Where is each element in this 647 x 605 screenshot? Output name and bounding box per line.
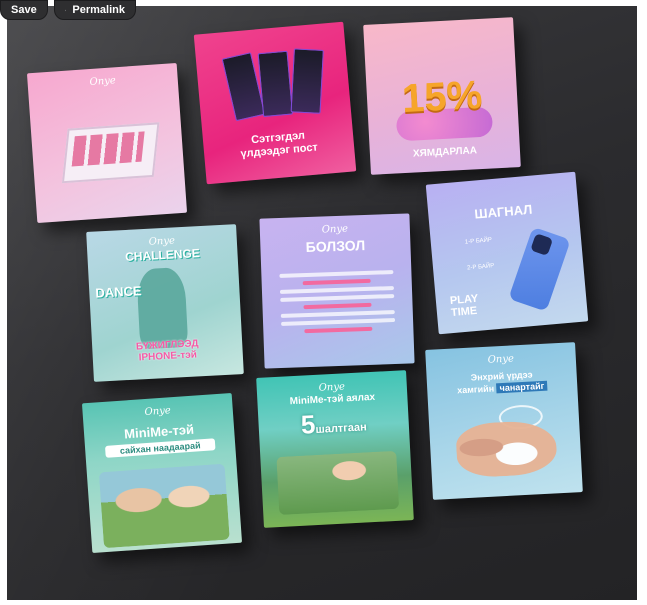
post-card-5: Onye БОЛЗОЛ: [259, 213, 415, 369]
baby-photo: [455, 419, 558, 479]
play-time-label: PLAY TIME: [449, 293, 479, 319]
post-card-7: Onye MiniMe-тэй сайхан наадаарай: [81, 392, 243, 554]
card-title: БҮЖИГЛЭЭД IPHONE-тэй: [92, 336, 243, 366]
time-word: TIME: [450, 304, 478, 320]
card-title: ШАГНАЛ: [473, 201, 533, 222]
link-icon: [65, 9, 67, 11]
reason-word: шалтгаан: [315, 421, 368, 436]
discount-label: ХЯМДАРЛАА: [412, 145, 478, 160]
card-title: Сэтгэгдэл үлдээдэг пост: [203, 125, 355, 164]
image-canvas: Onye Сэтгэгдэл үлдээдэг пост 15% ХЯМДАРЛ…: [7, 6, 637, 600]
reason-count: 5шалтгаан: [258, 404, 409, 443]
save-label: Save: [11, 4, 37, 16]
post-card-4: Onye CHALLENGE DANCE БҮЖИГЛЭЭД IPHONE-тэ…: [86, 224, 244, 382]
prize-place-2: 2-Р БАЙР: [466, 263, 495, 272]
pin-toolbar: Save Permalink: [0, 0, 647, 22]
diaper-pack: [290, 48, 324, 114]
permalink-button[interactable]: Permalink: [54, 0, 136, 20]
brand-logo: Onye: [487, 353, 515, 366]
prize-place-1: 1-Р БАЙР: [464, 237, 493, 246]
dance-label: DANCE: [94, 283, 142, 301]
save-button[interactable]: Save: [0, 0, 48, 20]
post-card-1: Onye: [26, 62, 188, 224]
dancing-kid-silhouette: [136, 266, 189, 350]
card-title-highlight: чанартайг: [496, 380, 548, 394]
discount-value: 15%: [400, 72, 484, 122]
post-card-9: Onye Энхрий үрдээ хамгийн чанартайг: [425, 342, 583, 500]
post-card-2: Сэтгэгдэл үлдээдэг пост: [193, 21, 357, 185]
phone-illustration: [508, 226, 571, 312]
family-photo: [98, 463, 230, 549]
brand-logo: Onye: [89, 75, 117, 89]
mother-baby-photo: [276, 450, 400, 516]
permalink-label: Permalink: [72, 4, 125, 16]
post-card-6: ШАГНАЛ 1-Р БАЙР 2-Р БАЙР PLAY TIME: [425, 171, 589, 335]
laptop-illustration: [61, 122, 160, 184]
card-title: Энхрий үрдээ хамгийн чанартайг: [426, 366, 577, 398]
card-title: БОЛЗОЛ: [305, 236, 366, 256]
brand-logo: Onye: [144, 405, 172, 419]
card-title-word: хамгийн: [456, 383, 495, 396]
diaper-pack: [257, 50, 294, 118]
post-card-8: Onye MiniMe-тэй аялах 5шалтгаан: [256, 370, 414, 528]
post-card-3: 15% ХЯМДАРЛАА: [363, 17, 521, 175]
text-lines: [279, 266, 396, 338]
reason-number: 5: [300, 409, 317, 440]
